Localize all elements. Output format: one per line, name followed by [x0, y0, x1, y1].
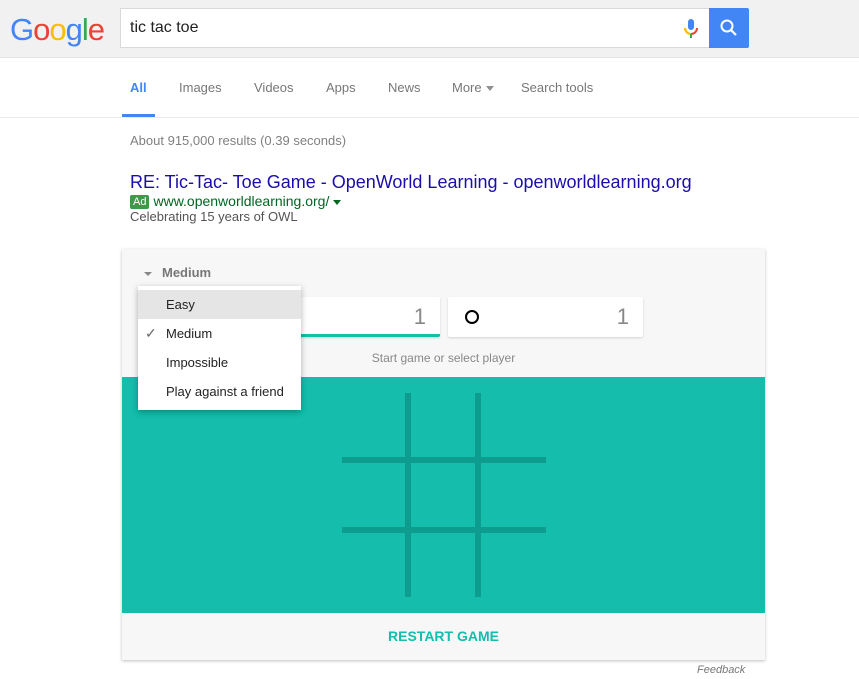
restart-game-button[interactable]: RESTART GAME — [122, 613, 765, 660]
game-board[interactable] — [122, 377, 765, 613]
tab-more[interactable]: More — [452, 80, 494, 95]
checkmark-icon: ✓ — [145, 325, 157, 341]
difficulty-dropdown: Easy ✓ Medium Impossible Play against a f… — [138, 286, 301, 410]
dropdown-item-label: Play against a friend — [166, 384, 284, 399]
ad-url: www.openworldlearning.org/ — [153, 193, 330, 209]
dropdown-item-play-friend[interactable]: Play against a friend — [138, 377, 301, 406]
tab-videos[interactable]: Videos — [254, 80, 294, 95]
dropdown-item-easy[interactable]: Easy — [138, 290, 301, 319]
caret-down-icon — [485, 86, 494, 92]
grid-line-vertical-2 — [475, 393, 481, 597]
grid-line-horizontal-2 — [342, 527, 546, 533]
player-o-score: 1 — [616, 304, 629, 329]
logo-letter: G — [10, 12, 34, 47]
magnifier-icon — [720, 19, 737, 36]
search-button[interactable] — [709, 8, 749, 48]
player-x-score: 1 — [413, 304, 426, 329]
ad-description: Celebrating 15 years of OWL — [130, 209, 298, 224]
grid-line-vertical-1 — [405, 393, 411, 597]
caret-down-icon — [144, 271, 152, 276]
dropdown-item-label: Medium — [166, 326, 213, 341]
active-tab-indicator — [122, 114, 155, 117]
ad-badge: Ad — [130, 195, 150, 209]
board-grid — [342, 393, 546, 597]
caret-down-icon[interactable] — [333, 199, 342, 205]
tab-apps[interactable]: Apps — [326, 80, 356, 95]
tab-more-label: More — [452, 80, 482, 95]
search-box — [120, 8, 710, 48]
dropdown-item-label: Impossible — [166, 355, 229, 370]
tab-search-tools[interactable]: Search tools — [521, 80, 593, 95]
google-logo[interactable]: Google — [10, 12, 105, 48]
player-o-card[interactable]: 1 — [448, 297, 643, 337]
tab-all[interactable]: All — [130, 80, 147, 95]
ad-url-line: Ad www.openworldlearning.org/ — [130, 193, 342, 209]
dropdown-item-impossible[interactable]: Impossible — [138, 348, 301, 377]
logo-letter: e — [87, 12, 105, 47]
result-stats: About 915,000 results (0.39 seconds) — [130, 133, 347, 148]
ad-title-link[interactable]: RE: Tic-Tac- Toe Game - OpenWorld Learni… — [130, 172, 692, 193]
logo-letter: o — [33, 12, 50, 47]
dropdown-item-label: Easy — [166, 297, 195, 312]
logo-letter: g — [65, 12, 83, 47]
dropdown-item-medium[interactable]: ✓ Medium — [138, 319, 301, 348]
tab-news[interactable]: News — [388, 80, 421, 95]
grid-line-horizontal-1 — [342, 457, 546, 463]
difficulty-select[interactable]: Medium — [144, 265, 211, 280]
search-header: Google — [0, 0, 859, 58]
o-mark-icon — [465, 310, 479, 324]
logo-letter: o — [49, 12, 66, 47]
difficulty-label: Medium — [162, 265, 212, 280]
microphone-icon[interactable] — [682, 18, 700, 40]
tab-images[interactable]: Images — [179, 80, 222, 95]
search-tabs: All Images Videos Apps News More Search … — [0, 59, 859, 118]
search-input[interactable] — [130, 9, 670, 47]
feedback-link[interactable]: Feedback — [697, 664, 745, 676]
